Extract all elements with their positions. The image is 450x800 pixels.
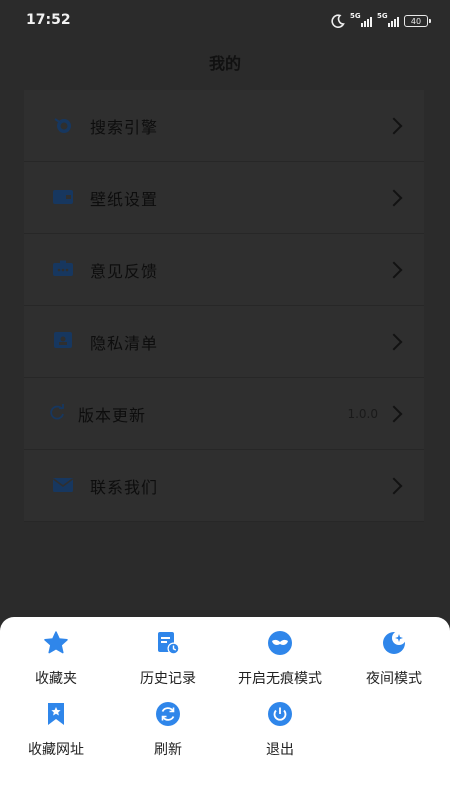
sheet-item-incognito[interactable]: 开启无痕模式: [224, 630, 336, 688]
status-bar: 17:52 5G 5G 40: [0, 0, 450, 42]
refresh-icon: [46, 403, 68, 423]
refresh-icon: [155, 701, 181, 727]
menu-item-version-update[interactable]: 版本更新 1.0.0: [24, 378, 424, 450]
chevron-right-icon: [385, 405, 403, 422]
chevron-right-icon: [385, 189, 403, 206]
version-number: 1.0.0: [347, 406, 378, 421]
power-icon: [267, 701, 293, 727]
menu-item-contact-us[interactable]: 联系我们: [24, 450, 424, 522]
mail-icon: [52, 475, 74, 495]
bookmark-icon: [43, 701, 69, 727]
bottom-sheet: 收藏夹 历史记录 开启无痕模式 夜间模式 收藏网址 刷新 退出: [0, 617, 450, 800]
sheet-item-favorites[interactable]: 收藏夹: [0, 630, 112, 688]
menu-item-search-engine[interactable]: 搜索引擎: [24, 90, 424, 162]
settings-menu: 搜索引擎 壁纸设置 意见反馈 隐私清单 版本更新 1.0.0 联系我们: [24, 90, 424, 522]
chevron-right-icon: [385, 333, 403, 350]
sheet-item-bookmark-url[interactable]: 收藏网址: [0, 701, 112, 759]
chevron-right-icon: [385, 261, 403, 278]
mask-icon: [267, 630, 293, 656]
feedback-icon: [52, 259, 74, 279]
menu-item-feedback[interactable]: 意见反馈: [24, 234, 424, 306]
status-time: 17:52: [26, 12, 71, 28]
moon-icon: [381, 630, 407, 656]
chevron-right-icon: [385, 117, 403, 134]
history-icon: [155, 630, 181, 656]
privacy-icon: [52, 331, 74, 351]
menu-item-wallpaper[interactable]: 壁纸设置: [24, 162, 424, 234]
sheet-item-night-mode[interactable]: 夜间模式: [338, 630, 450, 688]
star-icon: [43, 630, 69, 656]
moon-status-icon: [331, 14, 345, 28]
menu-item-privacy[interactable]: 隐私清单: [24, 306, 424, 378]
sheet-item-history[interactable]: 历史记录: [112, 630, 224, 688]
wallpaper-icon: [52, 187, 74, 207]
page-title: 我的: [208, 54, 241, 73]
signal-icon: 5G: [350, 12, 372, 27]
search-engine-icon: [52, 115, 74, 135]
signal-icon: 5G: [377, 12, 399, 27]
status-icons: 5G 5G 40: [331, 12, 431, 30]
chevron-right-icon: [385, 477, 403, 494]
sheet-item-exit[interactable]: 退出: [224, 701, 336, 759]
battery-icon: 40: [404, 15, 431, 27]
battery-level: 40: [410, 16, 422, 26]
sheet-item-refresh[interactable]: 刷新: [112, 701, 224, 759]
